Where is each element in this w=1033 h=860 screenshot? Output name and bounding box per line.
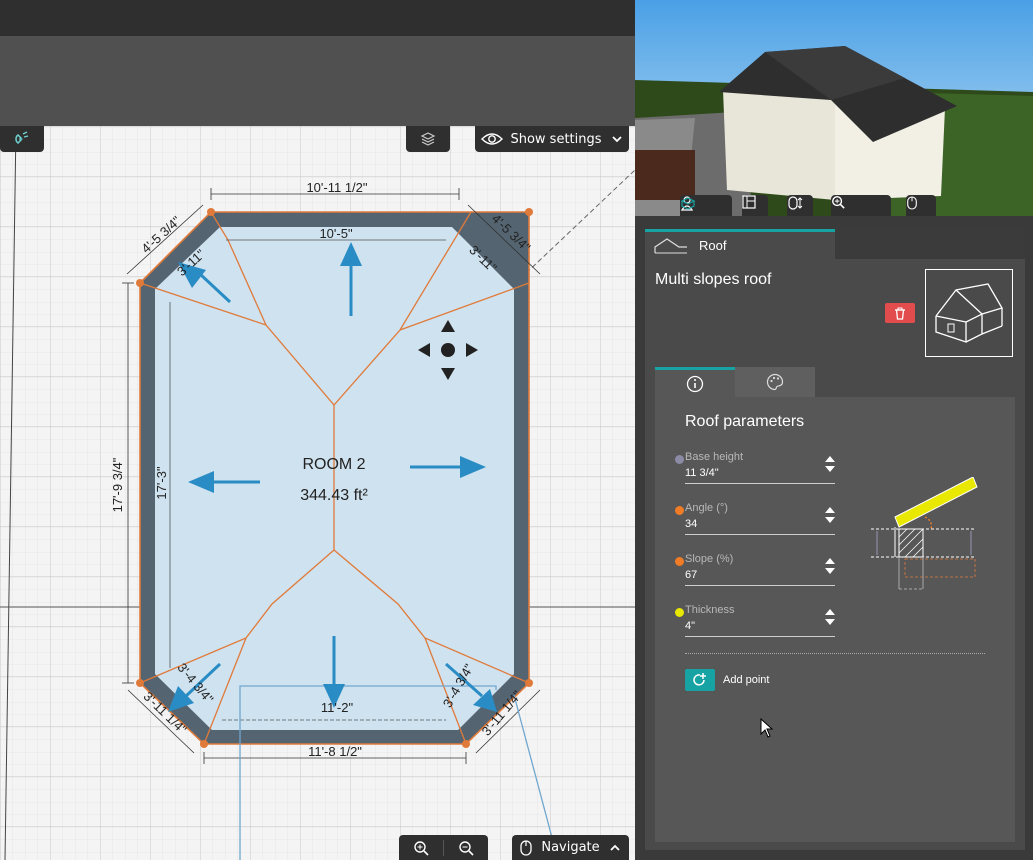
slope-dot (675, 557, 684, 566)
mouse-icon (907, 196, 917, 210)
orbit-view-button[interactable] (680, 195, 732, 216)
panel-body: Multi slopes roof Roof parameters Base h… (645, 259, 1025, 850)
navigate-button[interactable]: Navigate (512, 835, 629, 860)
chevron-up-icon (610, 844, 620, 851)
thickness-field[interactable]: Thickness 4" (675, 604, 835, 644)
dim-top-inner: 10'-5" (319, 226, 353, 241)
info-icon (686, 375, 704, 392)
view3d-zoom-out-button[interactable] (832, 195, 889, 216)
magnet-button[interactable] (0, 126, 44, 152)
base-height-dot (675, 455, 684, 464)
angle-dot (675, 506, 684, 515)
3d-view[interactable] (635, 0, 1033, 216)
view3d-tools-c (787, 195, 813, 216)
stepper-icon[interactable] (825, 455, 835, 473)
roof-title: Multi slopes roof (655, 271, 772, 288)
tab-info[interactable] (655, 367, 735, 397)
dim-top-outer: 10'-11 1/2" (306, 180, 367, 195)
zoom-in-icon (414, 840, 429, 856)
roof-profile-diagram (871, 477, 978, 590)
properties-panel: Roof Multi slopes roof Roof parameters B… (645, 229, 1025, 850)
roof-parameters: Roof parameters Base height 11 3/4" Angl… (655, 397, 1015, 842)
navigate-label: Navigate (541, 840, 600, 855)
palette-icon (766, 373, 784, 391)
trash-icon (895, 307, 905, 320)
zoom-out-icon (459, 840, 474, 856)
dim-bottom-outer: 11'-8 1/2" (308, 744, 362, 759)
top-bar (0, 0, 635, 36)
tab-roof[interactable]: Roof (645, 229, 835, 259)
dim-bottom-inner: 11'-2" (321, 700, 354, 715)
roof-icon (654, 237, 687, 253)
3d-scene (635, 0, 1033, 216)
add-point-icon (693, 673, 706, 686)
zoom-in-button[interactable] (399, 839, 444, 856)
layers-icon (420, 132, 436, 146)
house-icon (935, 283, 1003, 343)
chevron-down-icon (611, 136, 622, 143)
room-name: ROOM 2 (302, 456, 365, 473)
base-height-field[interactable]: Base height 11 3/4" (675, 451, 835, 491)
angle-label: Angle (°) (685, 502, 728, 514)
tab-appearance[interactable] (735, 367, 815, 397)
zoom-controls (399, 835, 488, 860)
eye-icon (481, 133, 504, 145)
layout-button[interactable] (742, 195, 768, 216)
thickness-dot (675, 608, 684, 617)
angle-value: 34 (685, 518, 698, 530)
stepper-icon[interactable] (825, 506, 835, 524)
mouse-move-icon (788, 196, 803, 210)
slope-field[interactable]: Slope (%) 67 (675, 553, 835, 593)
show-settings-button[interactable]: Show settings (475, 126, 629, 152)
view3d-tools-d (906, 195, 936, 216)
tab-roof-label: Roof (699, 238, 727, 253)
separator (685, 653, 985, 654)
delete-button[interactable] (885, 303, 915, 323)
thickness-value: 4" (685, 620, 696, 632)
params-title: Roof parameters (685, 413, 805, 430)
view3d-tools-b (742, 195, 768, 216)
view3d-navigate-button[interactable] (907, 195, 934, 216)
plan-drawing[interactable]: ROOM 2 344.43 ft² 10'-11 1/2" 10'-5" 11'… (0, 126, 635, 860)
angle-field[interactable]: Angle (°) 34 (675, 502, 835, 542)
stepper-icon[interactable] (825, 608, 835, 626)
dim-left-inner: 17'-3" (154, 466, 169, 500)
show-settings-label: Show settings (510, 131, 602, 147)
view3d-zoom (831, 195, 891, 216)
room-area: 344.43 ft² (300, 487, 368, 504)
toolbar-area (0, 36, 635, 126)
zoom-out-icon (832, 196, 845, 209)
cursor-icon (760, 718, 774, 738)
roof-thumbnail[interactable] (925, 269, 1013, 357)
base-height-label: Base height (685, 451, 744, 463)
mouse-icon (520, 839, 532, 856)
stepper-icon[interactable] (825, 557, 835, 575)
dim-left-outer: 17'-9 3/4" (110, 457, 125, 512)
cube-view-icon (680, 197, 696, 210)
move-view-button[interactable] (787, 195, 813, 216)
add-point-button[interactable] (685, 669, 715, 691)
slope-label: Slope (%) (685, 553, 734, 565)
zoom-out-button[interactable] (444, 840, 488, 856)
thickness-label: Thickness (685, 604, 735, 616)
view3d-tools-a (680, 195, 732, 216)
slope-value: 67 (685, 569, 698, 581)
base-height-value: 11 3/4" (685, 467, 719, 479)
plan-canvas[interactable]: ROOM 2 344.43 ft² 10'-11 1/2" 10'-5" 11'… (0, 126, 635, 860)
layout-icon (742, 195, 756, 209)
add-point-label[interactable]: Add point (723, 674, 769, 686)
magnet-icon (15, 131, 29, 144)
layers-button[interactable] (406, 126, 450, 152)
